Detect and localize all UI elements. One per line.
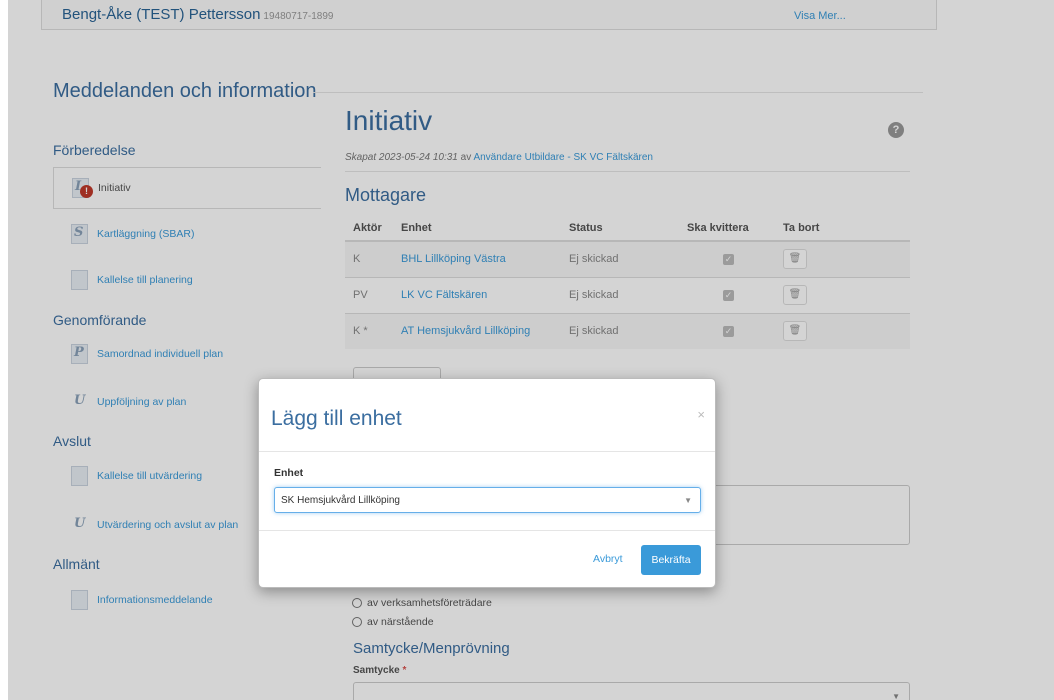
unit-select[interactable]: SK Hemsjukvård Lillköping ▼ [274,487,701,513]
left-gutter [0,0,8,700]
unit-field-label: Enhet [274,467,304,479]
chevron-down-icon: ▼ [684,496,692,505]
modal-backdrop[interactable] [8,0,1054,700]
unit-select-value: SK Hemsjukvård Lillköping [281,494,400,506]
confirm-button[interactable]: Bekräfta [641,545,701,575]
cancel-button[interactable]: Avbryt [593,553,623,565]
modal-title: Lägg till enhet [271,407,402,430]
modal-footer-divider [259,530,715,531]
close-icon[interactable]: × [697,407,705,422]
add-unit-modal: Lägg till enhet × Enhet SK Hemsjukvård L… [258,378,716,588]
modal-header-divider [259,451,715,452]
